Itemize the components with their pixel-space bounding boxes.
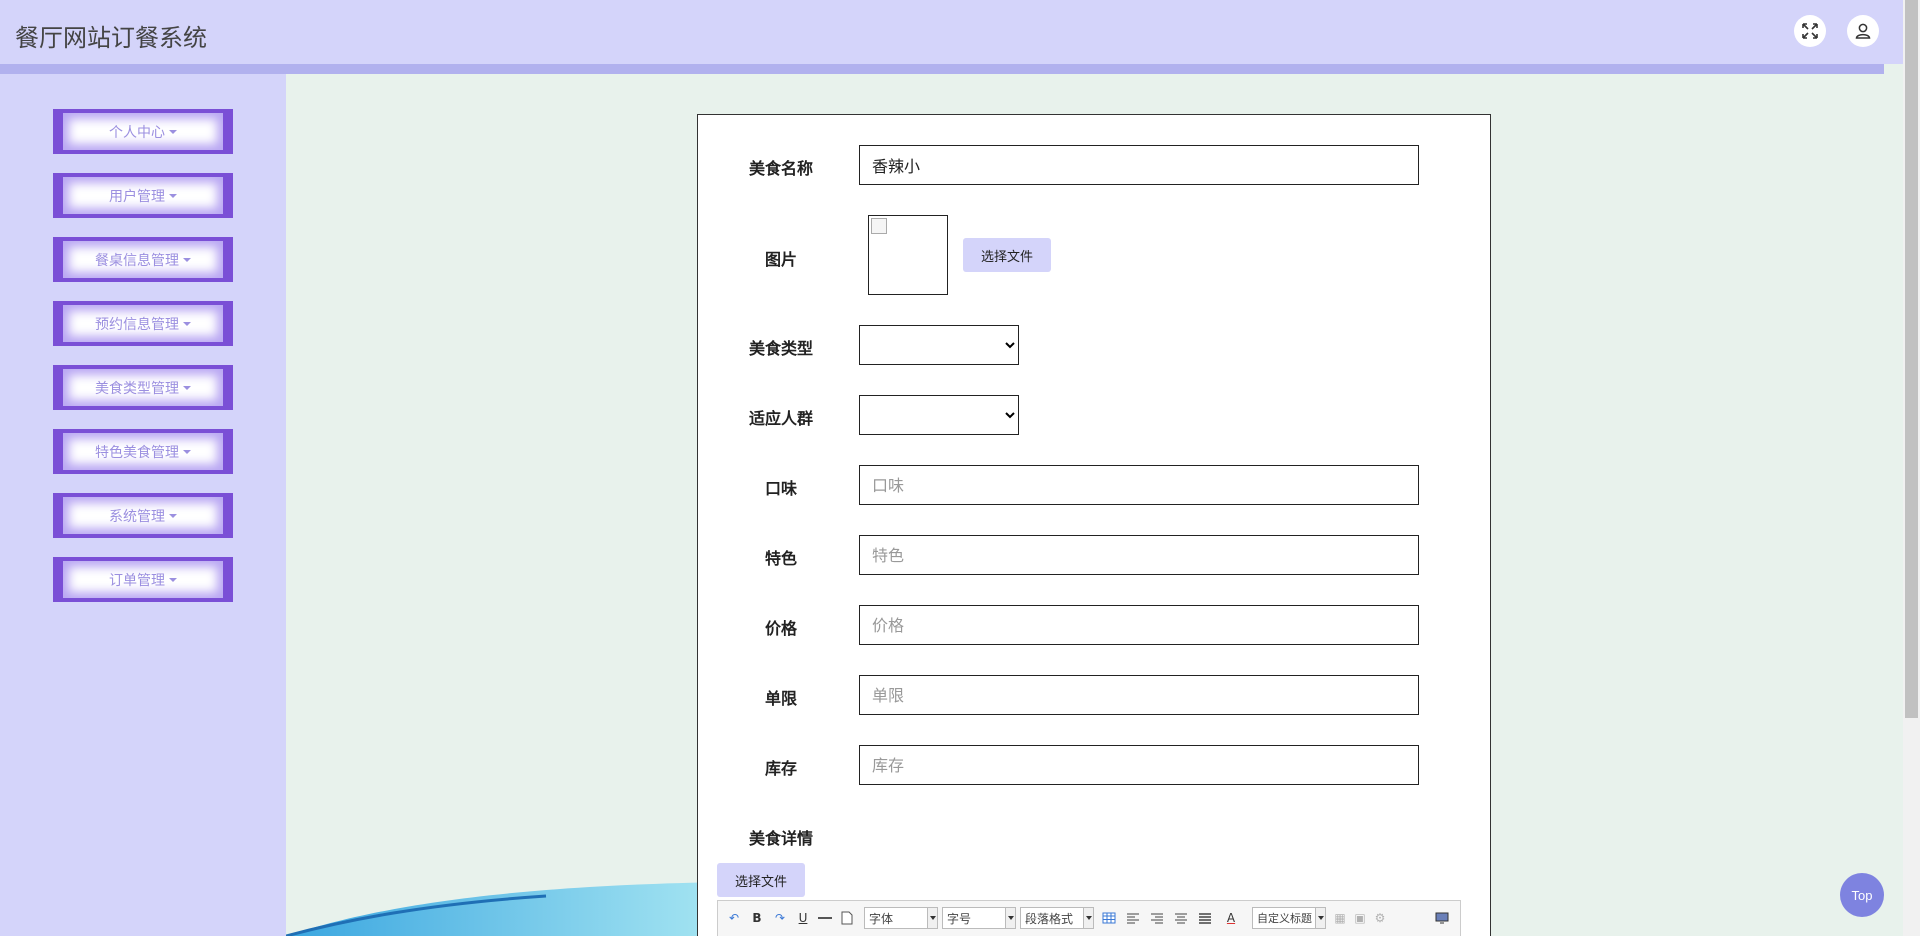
broken-image-icon bbox=[871, 218, 887, 234]
user-icon bbox=[1855, 23, 1871, 39]
document-icon[interactable] bbox=[838, 907, 856, 929]
food-type-label: 美食类型 bbox=[748, 339, 813, 358]
feature-label: 特色 bbox=[764, 549, 797, 568]
video-icon[interactable]: ▣ bbox=[1352, 907, 1368, 929]
audience-label: 适应人群 bbox=[748, 409, 813, 428]
sidebar-item-label: 特色美食管理 bbox=[95, 444, 179, 461]
stock-input[interactable] bbox=[859, 745, 1419, 785]
horizontal-rule-button[interactable] bbox=[816, 907, 834, 929]
fullscreen-button[interactable] bbox=[1794, 15, 1826, 47]
header-divider bbox=[0, 64, 1884, 74]
food-type-select[interactable] bbox=[859, 325, 1019, 365]
caret-down-icon bbox=[169, 129, 177, 134]
caret-down-icon bbox=[183, 321, 191, 326]
table-icon[interactable] bbox=[1100, 907, 1118, 929]
sidebar: 个人中心 用户管理 餐桌信息管理 预约信息管理 美食类型管理 特色美食管理 系统… bbox=[0, 74, 286, 936]
limit-label: 单限 bbox=[764, 689, 797, 708]
decorative-wave bbox=[286, 882, 726, 936]
scrollbar-thumb[interactable] bbox=[1905, 0, 1918, 718]
redo-icon[interactable]: ↷ bbox=[770, 907, 790, 929]
align-right-icon[interactable] bbox=[1148, 907, 1166, 929]
caret-down-icon bbox=[169, 513, 177, 518]
caret-down-icon bbox=[169, 577, 177, 582]
font-size-value: 字号 bbox=[947, 911, 972, 926]
image-label: 图片 bbox=[764, 250, 797, 269]
user-button[interactable] bbox=[1847, 15, 1879, 47]
font-size-select[interactable]: 字号 bbox=[942, 907, 1016, 929]
detail-label: 美食详情 bbox=[748, 829, 813, 848]
sidebar-item-order-management[interactable]: 订单管理 bbox=[53, 557, 233, 602]
paragraph-format-value: 段落格式 bbox=[1025, 911, 1074, 926]
sidebar-item-reservation-management[interactable]: 预约信息管理 bbox=[53, 301, 233, 346]
choose-detail-file-button[interactable]: 选择文件 bbox=[717, 863, 805, 897]
sidebar-item-user-management[interactable]: 用户管理 bbox=[53, 173, 233, 218]
rich-text-editor-toolbar: ↶ B ↷ U 字体 字号 段落格式 A 自定义标题 ▦ ▣ ⚙ bbox=[717, 900, 1461, 936]
sidebar-item-label: 餐桌信息管理 bbox=[95, 252, 179, 269]
taste-label: 口味 bbox=[764, 479, 797, 498]
caret-down-icon bbox=[183, 257, 191, 262]
paragraph-format-select[interactable]: 段落格式 bbox=[1020, 907, 1094, 929]
stock-label: 库存 bbox=[764, 759, 797, 778]
image-preview bbox=[868, 215, 948, 295]
underline-button[interactable]: U bbox=[794, 907, 812, 929]
align-justify-icon[interactable] bbox=[1196, 907, 1214, 929]
taste-input[interactable] bbox=[859, 465, 1419, 505]
sidebar-item-label: 个人中心 bbox=[109, 124, 165, 141]
caret-down-icon bbox=[183, 449, 191, 454]
choose-image-button[interactable]: 选择文件 bbox=[963, 238, 1051, 272]
font-color-button[interactable]: A bbox=[1220, 907, 1242, 929]
align-left-icon[interactable] bbox=[1124, 907, 1142, 929]
back-to-top-button[interactable]: Top bbox=[1840, 873, 1884, 917]
limit-input[interactable] bbox=[859, 675, 1419, 715]
caret-down-icon bbox=[169, 193, 177, 198]
feature-input[interactable] bbox=[859, 535, 1419, 575]
sidebar-item-personal-center[interactable]: 个人中心 bbox=[53, 109, 233, 154]
price-label: 价格 bbox=[764, 619, 797, 638]
sidebar-item-label: 订单管理 bbox=[109, 572, 165, 589]
app-title: 餐厅网站订餐系统 bbox=[15, 24, 207, 52]
undo-icon[interactable]: ↶ bbox=[724, 907, 744, 929]
preview-icon[interactable] bbox=[1432, 907, 1452, 929]
sidebar-item-label: 系统管理 bbox=[109, 508, 165, 525]
sidebar-item-special-food-management[interactable]: 特色美食管理 bbox=[53, 429, 233, 474]
caret-down-icon bbox=[183, 385, 191, 390]
food-form-panel: 美食名称 图片 选择文件 美食类型 适应人群 口味 特色 价格 单限 库存 美食… bbox=[697, 114, 1491, 936]
custom-title-select[interactable]: 自定义标题 bbox=[1252, 907, 1326, 929]
sidebar-item-table-management[interactable]: 餐桌信息管理 bbox=[53, 237, 233, 282]
audience-select[interactable] bbox=[859, 395, 1019, 435]
sidebar-item-food-type-management[interactable]: 美食类型管理 bbox=[53, 365, 233, 410]
image-icon[interactable]: ▦ bbox=[1332, 907, 1348, 929]
font-family-value: 字体 bbox=[869, 911, 894, 926]
sidebar-item-system-management[interactable]: 系统管理 bbox=[53, 493, 233, 538]
bold-button[interactable]: B bbox=[748, 907, 766, 929]
horizontal-rule-icon bbox=[818, 917, 832, 919]
sidebar-item-label: 美食类型管理 bbox=[95, 380, 179, 397]
price-input[interactable] bbox=[859, 605, 1419, 645]
sidebar-item-label: 预约信息管理 bbox=[95, 316, 179, 333]
custom-title-value: 自定义标题 bbox=[1257, 912, 1312, 925]
top-header: 餐厅网站订餐系统 bbox=[0, 0, 1920, 64]
vertical-scrollbar[interactable] bbox=[1903, 0, 1920, 936]
food-name-input[interactable] bbox=[859, 145, 1419, 185]
sidebar-item-label: 用户管理 bbox=[109, 188, 165, 205]
fullscreen-icon bbox=[1802, 23, 1818, 39]
font-family-select[interactable]: 字体 bbox=[864, 907, 938, 929]
code-icon[interactable]: ⚙ bbox=[1372, 907, 1388, 929]
food-name-label: 美食名称 bbox=[748, 159, 813, 178]
align-center-icon[interactable] bbox=[1172, 907, 1190, 929]
